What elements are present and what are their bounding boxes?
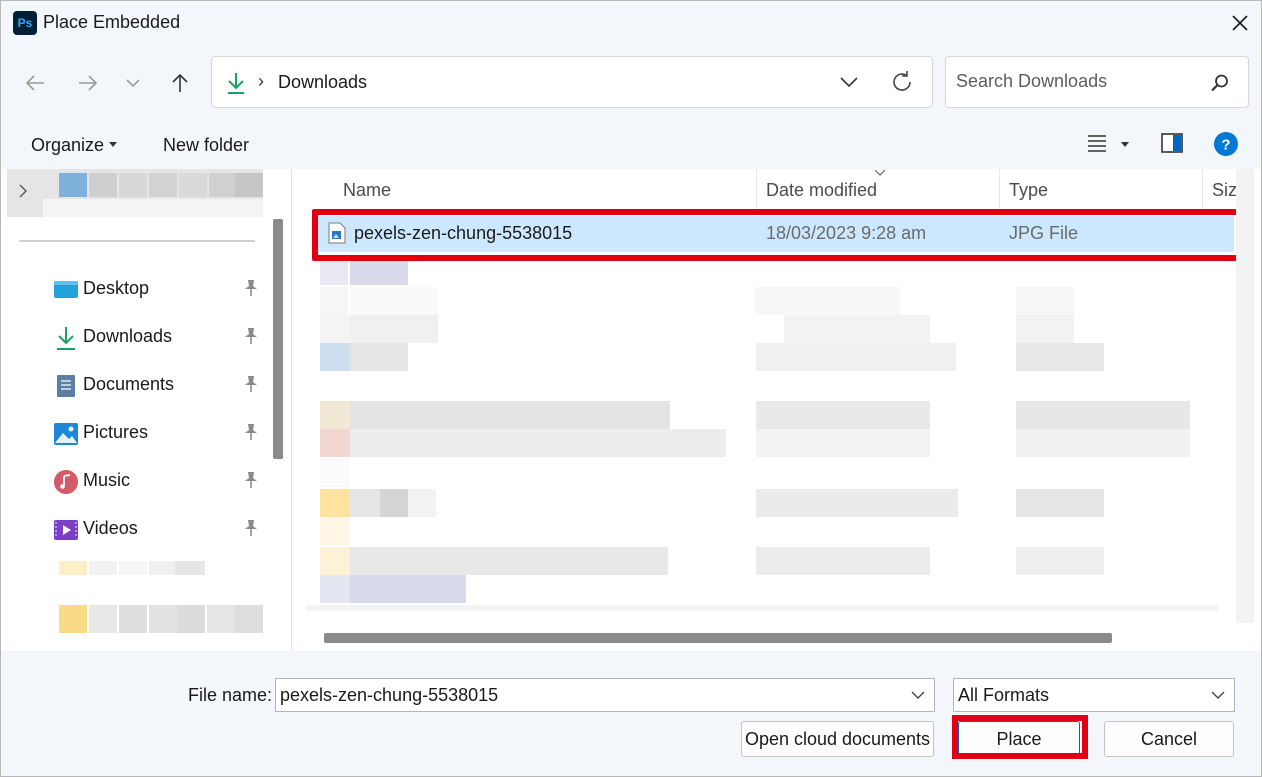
breadcrumb-separator: › xyxy=(258,71,264,91)
refresh-icon[interactable] xyxy=(890,70,914,94)
chevron-right-icon[interactable] xyxy=(17,183,29,199)
nav-item-videos[interactable]: Videos xyxy=(1,507,265,551)
column-header-date-modified[interactable]: Date modified xyxy=(766,169,877,211)
image-file-icon xyxy=(328,222,346,244)
nav-item-pictures[interactable]: Pictures xyxy=(1,411,265,455)
divider xyxy=(19,240,255,242)
column-separator[interactable] xyxy=(1202,169,1203,211)
download-icon xyxy=(57,327,75,350)
place-button[interactable]: Place xyxy=(958,721,1080,757)
pictures-icon xyxy=(54,423,78,445)
pin-icon xyxy=(245,520,257,536)
file-list-vertical-scrollbar[interactable] xyxy=(1236,169,1254,623)
close-icon xyxy=(1232,15,1248,31)
nav-item-label: Desktop xyxy=(83,278,150,298)
file-type: JPG File xyxy=(1009,223,1079,243)
svg-text:?: ? xyxy=(1221,137,1230,154)
file-list: Name Date modified Type Size pexels-zen-… xyxy=(291,169,1261,651)
window-title: Place Embedded xyxy=(43,12,181,32)
blurred-nav-item[interactable] xyxy=(7,169,263,217)
pin-icon xyxy=(245,280,257,296)
nav-item-music[interactable]: Music xyxy=(1,459,265,503)
desktop-icon xyxy=(54,281,78,298)
music-icon xyxy=(54,470,78,494)
chevron-down-icon[interactable] xyxy=(838,71,860,93)
search-input[interactable] xyxy=(956,71,1206,92)
column-separator[interactable] xyxy=(999,169,1000,211)
column-header-type[interactable]: Type xyxy=(1009,169,1048,211)
videos-icon xyxy=(54,520,78,540)
back-button[interactable] xyxy=(19,67,51,99)
nav-item-downloads[interactable]: Downloads xyxy=(1,315,265,359)
file-list-horizontal-scrollbar[interactable] xyxy=(324,633,1112,643)
column-header-name[interactable]: Name xyxy=(343,169,391,211)
cancel-button[interactable]: Cancel xyxy=(1104,721,1234,757)
search-icon xyxy=(1211,74,1228,92)
view-list-icon[interactable] xyxy=(1087,133,1107,153)
arrow-right-icon xyxy=(79,75,98,91)
file-date-modified: 18/03/2023 9:28 am xyxy=(766,223,927,243)
nav-item-desktop[interactable]: Desktop xyxy=(1,267,265,311)
file-name-combobox[interactable] xyxy=(275,678,935,712)
nav-item-label: Pictures xyxy=(83,422,149,442)
nav-item-label: Downloads xyxy=(83,326,173,346)
dialog-footer: File name: All Formats Open cloud docume… xyxy=(1,651,1261,776)
nav-item-label: Music xyxy=(83,470,131,490)
chevron-down-icon[interactable] xyxy=(910,687,926,703)
pin-icon xyxy=(245,472,257,488)
table-row[interactable]: pexels-zen-chung-5538015 18/03/2023 9:28… xyxy=(312,216,1234,252)
new-folder-button[interactable]: New folder xyxy=(163,135,249,156)
breadcrumb-location[interactable]: Downloads xyxy=(278,72,367,93)
command-bar: Organize New folder ? xyxy=(1,121,1261,169)
navigation-pane: Desktop Downloads Documents Pictures Mus… xyxy=(1,169,291,651)
download-icon xyxy=(228,73,244,94)
recent-locations-button[interactable] xyxy=(117,67,149,99)
organize-button[interactable]: Organize xyxy=(31,135,104,156)
nav-item-label: Videos xyxy=(83,518,138,538)
column-separator[interactable] xyxy=(756,169,757,211)
pin-icon xyxy=(245,376,257,392)
photoshop-icon: Ps xyxy=(13,11,37,35)
address-bar[interactable]: › Downloads xyxy=(211,56,933,108)
column-header-size[interactable]: Size xyxy=(1212,169,1236,211)
file-name-field[interactable] xyxy=(280,685,900,706)
pin-icon xyxy=(245,328,257,344)
forward-button[interactable] xyxy=(72,67,104,99)
caret-down-icon xyxy=(109,142,117,147)
preview-pane-icon[interactable] xyxy=(1161,133,1183,153)
nav-item-documents[interactable]: Documents xyxy=(1,363,265,407)
nav-item-label: Documents xyxy=(83,374,175,394)
documents-icon xyxy=(57,375,75,397)
file-name-label: File name: xyxy=(188,685,273,705)
file-name: pexels-zen-chung-5538015 xyxy=(354,223,573,243)
place-embedded-dialog: Ps Place Embedded › Downloads Search Dow… xyxy=(0,0,1262,777)
chevron-down-icon xyxy=(126,79,140,88)
file-format-value: All Formats xyxy=(958,685,1050,705)
address-row: › Downloads xyxy=(1,45,1261,121)
nav-scrollbar[interactable] xyxy=(273,219,283,459)
arrow-up-icon xyxy=(172,73,188,92)
close-button[interactable] xyxy=(1217,1,1261,45)
file-format-select[interactable]: All Formats xyxy=(953,678,1235,712)
open-cloud-documents-button[interactable]: Open cloud documents xyxy=(741,721,934,757)
search-box[interactable] xyxy=(945,56,1249,108)
help-icon[interactable]: ? xyxy=(1213,131,1239,157)
arrow-left-icon xyxy=(25,75,44,91)
caret-down-icon[interactable] xyxy=(1120,141,1130,149)
up-button[interactable] xyxy=(164,67,196,99)
chevron-down-icon xyxy=(1211,691,1225,699)
title-bar: Ps Place Embedded xyxy=(1,1,1261,45)
pin-icon xyxy=(245,424,257,440)
